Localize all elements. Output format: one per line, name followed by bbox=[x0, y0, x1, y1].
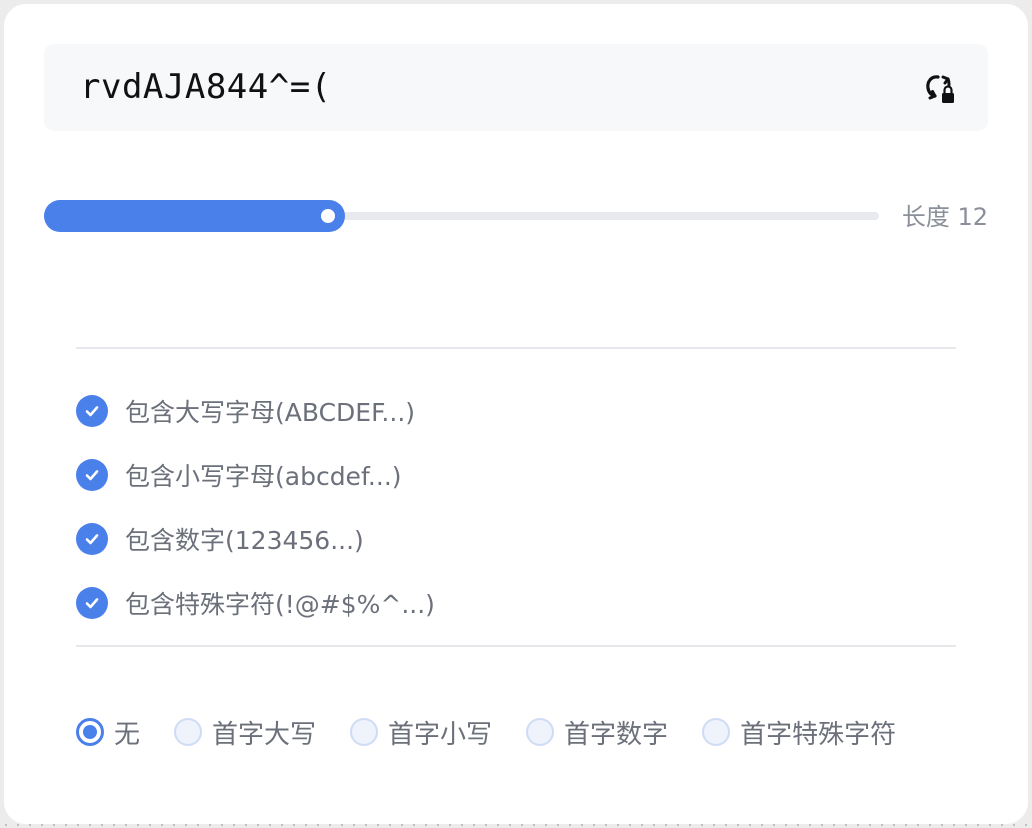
password-text[interactable]: rvdAJA844^=( bbox=[80, 44, 332, 131]
radio-first-special[interactable]: 首字特殊字符 bbox=[702, 714, 896, 751]
divider-bottom bbox=[76, 645, 956, 647]
checkbox-checked-icon[interactable] bbox=[76, 459, 108, 491]
length-slider-fill[interactable] bbox=[44, 200, 345, 232]
password-generator-card: rvdAJA844^=( 长度 12 包含大写字母(ABCDEF...) 包含小… bbox=[4, 4, 1028, 824]
option-special[interactable]: 包含特殊字符(!@#$%^...) bbox=[76, 571, 435, 635]
radio-label: 无 bbox=[114, 719, 141, 750]
option-label: 包含大写字母(ABCDEF...) bbox=[125, 398, 416, 427]
first-char-options: 无 首字大写 首字小写 首字数字 首字特殊字符 bbox=[76, 712, 930, 752]
length-label: 长度 12 bbox=[901, 203, 988, 231]
radio-first-lowercase[interactable]: 首字小写 bbox=[350, 714, 492, 751]
charset-options: 包含大写字母(ABCDEF...) 包含小写字母(abcdef...) 包含数字… bbox=[76, 379, 435, 635]
checkbox-checked-icon[interactable] bbox=[76, 395, 108, 427]
checkbox-checked-icon[interactable] bbox=[76, 523, 108, 555]
radio-unselected-icon[interactable] bbox=[702, 718, 731, 746]
radio-none[interactable]: 无 bbox=[76, 714, 140, 751]
divider-top bbox=[76, 347, 956, 349]
option-uppercase[interactable]: 包含大写字母(ABCDEF...) bbox=[76, 379, 435, 443]
checkbox-checked-icon[interactable] bbox=[76, 587, 108, 619]
radio-label: 首字特殊字符 bbox=[740, 719, 897, 750]
radio-unselected-icon[interactable] bbox=[174, 718, 203, 746]
refresh-lock-icon bbox=[926, 75, 954, 103]
radio-label: 首字数字 bbox=[564, 719, 669, 750]
radio-unselected-icon[interactable] bbox=[350, 718, 379, 746]
radio-label: 首字小写 bbox=[388, 719, 493, 750]
password-display: rvdAJA844^=( bbox=[44, 44, 988, 131]
regenerate-button[interactable] bbox=[918, 68, 958, 108]
option-label: 包含数字(123456...) bbox=[125, 526, 364, 555]
option-label: 包含小写字母(abcdef...) bbox=[125, 462, 402, 491]
radio-label: 首字大写 bbox=[212, 719, 317, 750]
radio-first-uppercase[interactable]: 首字大写 bbox=[174, 714, 316, 751]
radio-unselected-icon[interactable] bbox=[526, 718, 555, 746]
radio-selected-icon[interactable] bbox=[76, 718, 104, 746]
option-digits[interactable]: 包含数字(123456...) bbox=[76, 507, 435, 571]
length-slider-thumb[interactable] bbox=[321, 209, 335, 223]
radio-first-digit[interactable]: 首字数字 bbox=[526, 714, 668, 751]
option-label: 包含特殊字符(!@#$%^...) bbox=[125, 590, 435, 619]
length-slider-row: 长度 12 bbox=[44, 200, 988, 234]
option-lowercase[interactable]: 包含小写字母(abcdef...) bbox=[76, 443, 435, 507]
